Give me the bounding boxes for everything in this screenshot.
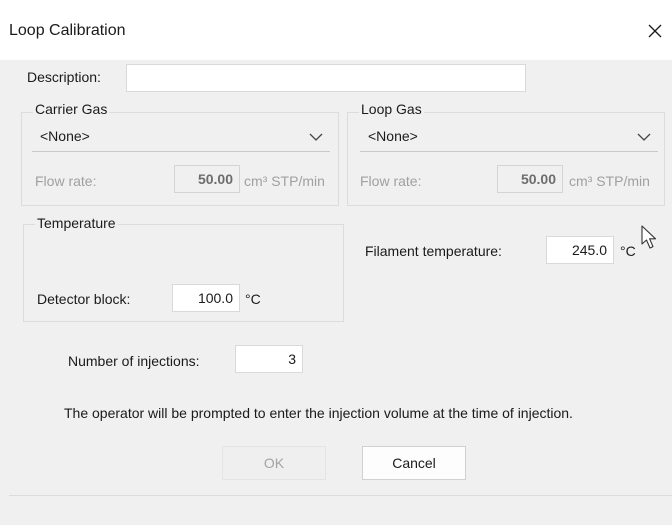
detector-block-input[interactable]: 100.0 [172,284,240,312]
temperature-group-label: Temperature [35,215,118,231]
carrier-flow-rate-field: 50.00 [174,165,240,193]
carrier-gas-select[interactable]: <None> [32,122,330,152]
mouse-cursor-icon [641,225,657,249]
loop-gas-group-label: Loop Gas [359,101,424,117]
close-icon [648,24,662,38]
carrier-flow-rate-unit: cm³ STP/min [244,173,325,189]
loop-gas-selected-value: <None> [368,128,418,144]
ok-button[interactable]: OK [222,446,326,480]
detector-block-label: Detector block: [37,291,131,307]
detector-block-unit: °C [245,291,261,307]
injections-input[interactable]: 3 [235,345,303,373]
close-button[interactable] [640,16,670,46]
filament-temperature-input[interactable]: 245.0 [546,236,614,264]
title-bar: Loop Calibration [0,0,672,60]
loop-gas-select[interactable]: <None> [360,122,658,152]
chevron-down-icon [637,133,651,141]
description-input[interactable] [126,64,526,92]
filament-temperature-label: Filament temperature: [365,243,502,259]
bottom-divider [9,495,672,496]
carrier-gas-selected-value: <None> [40,128,90,144]
injection-volume-message: The operator will be prompted to enter t… [64,405,573,421]
carrier-flow-rate-label: Flow rate: [35,173,97,189]
loop-flow-rate-label: Flow rate: [360,173,422,189]
loop-flow-rate-field: 50.00 [497,165,563,193]
loop-flow-rate-unit: cm³ STP/min [569,173,650,189]
filament-temperature-unit: °C [620,243,636,259]
injections-label: Number of injections: [68,353,200,369]
loop-calibration-dialog: Loop Calibration Description: Carrier Ga… [0,0,672,525]
description-label: Description: [27,69,101,85]
window-title: Loop Calibration [9,22,126,39]
carrier-gas-group-label: Carrier Gas [33,101,110,117]
cancel-button[interactable]: Cancel [362,446,466,480]
chevron-down-icon [309,133,323,141]
